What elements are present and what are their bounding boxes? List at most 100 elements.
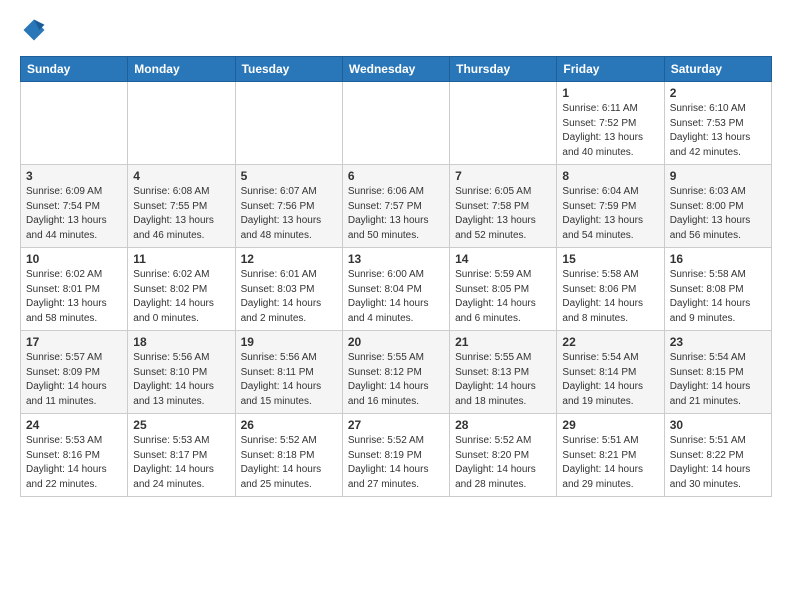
day-number: 5 [241,169,337,183]
calendar-cell: 22 Sunrise: 5:54 AM Sunset: 8:14 PM Dayli… [557,331,664,414]
calendar-cell: 20Sunrise: 5:55 AM Sunset: 8:12 PM Dayli… [342,331,449,414]
day-info: Sunrise: 5:51 AM Sunset: 8:21 PM Dayligh… [562,434,658,492]
day-number: 17 [26,335,122,349]
day-number: 4 [133,169,229,183]
calendar-header-thursday: Thursday [450,57,557,82]
day-number: 30 [670,418,766,432]
calendar-cell [342,82,449,165]
calendar-cell [450,82,557,165]
calendar-cell [235,82,342,165]
calendar-cell: 28 Sunrise: 5:52 AM Sunset: 8:20 PM Dayli… [450,414,557,497]
calendar-cell: 4 Sunrise: 6:08 AM Sunset: 7:55 PM Daylig… [128,165,235,248]
calendar-cell: 27 Sunrise: 5:52 AM Sunset: 8:19 PM Dayli… [342,414,449,497]
day-info: Sunrise: 5:52 AM Sunset: 8:19 PM Dayligh… [348,434,444,492]
calendar-cell: 6 Sunrise: 6:06 AM Sunset: 7:57 PM Daylig… [342,165,449,248]
day-number: 13 [348,252,444,266]
calendar-cell: 21 Sunrise: 5:55 AM Sunset: 8:13 PM Dayli… [450,331,557,414]
calendar-week-1: 1 Sunrise: 6:11 AM Sunset: 7:52 PM Daylig… [21,82,772,165]
day-info: Sunrise: 6:03 AM Sunset: 8:00 PM Dayligh… [670,185,766,243]
day-info: Sunrise: 5:56 AM Sunset: 8:10 PM Dayligh… [133,351,229,409]
calendar-cell: 19 Sunrise: 5:56 AM Sunset: 8:11 PM Dayli… [235,331,342,414]
day-info: Sunrise: 5:52 AM Sunset: 8:20 PM Dayligh… [455,434,551,492]
day-number: 6 [348,169,444,183]
calendar-week-2: 3 Sunrise: 6:09 AM Sunset: 7:54 PM Daylig… [21,165,772,248]
day-number: 10 [26,252,122,266]
calendar-week-5: 24 Sunrise: 5:53 AM Sunset: 8:16 PM Dayli… [21,414,772,497]
logo [20,16,52,44]
day-info: Sunrise: 5:51 AM Sunset: 8:22 PM Dayligh… [670,434,766,492]
day-number: 29 [562,418,658,432]
calendar-header-monday: Monday [128,57,235,82]
day-info: Sunrise: 5:53 AM Sunset: 8:16 PM Dayligh… [26,434,122,492]
day-info: Sunrise: 5:58 AM Sunset: 8:08 PM Dayligh… [670,268,766,326]
calendar-cell: 17 Sunrise: 5:57 AM Sunset: 8:09 PM Dayli… [21,331,128,414]
day-number: 23 [670,335,766,349]
day-number: 22 [562,335,658,349]
calendar-header-sunday: Sunday [21,57,128,82]
calendar-cell: 25 Sunrise: 5:53 AM Sunset: 8:17 PM Dayli… [128,414,235,497]
calendar-header-wednesday: Wednesday [342,57,449,82]
calendar-cell: 18 Sunrise: 5:56 AM Sunset: 8:10 PM Dayli… [128,331,235,414]
calendar-cell: 15 Sunrise: 5:58 AM Sunset: 8:06 PM Dayli… [557,248,664,331]
day-number: 16 [670,252,766,266]
day-number: 21 [455,335,551,349]
calendar-header-row: SundayMondayTuesdayWednesdayThursdayFrid… [21,57,772,82]
calendar-cell [21,82,128,165]
day-info: Sunrise: 6:00 AM Sunset: 8:04 PM Dayligh… [348,268,444,326]
day-number: 2 [670,86,766,100]
day-number: 18 [133,335,229,349]
day-number: 27 [348,418,444,432]
day-number: 1 [562,86,658,100]
calendar-cell: 12 Sunrise: 6:01 AM Sunset: 8:03 PM Dayli… [235,248,342,331]
calendar-cell: 1 Sunrise: 6:11 AM Sunset: 7:52 PM Daylig… [557,82,664,165]
calendar-cell: 24 Sunrise: 5:53 AM Sunset: 8:16 PM Dayli… [21,414,128,497]
calendar-cell: 26 Sunrise: 5:52 AM Sunset: 8:18 PM Dayli… [235,414,342,497]
day-number: 19 [241,335,337,349]
day-info: Sunrise: 6:11 AM Sunset: 7:52 PM Dayligh… [562,102,658,160]
day-info: Sunrise: 6:01 AM Sunset: 8:03 PM Dayligh… [241,268,337,326]
day-info: Sunrise: 6:05 AM Sunset: 7:58 PM Dayligh… [455,185,551,243]
calendar-cell: 8 Sunrise: 6:04 AM Sunset: 7:59 PM Daylig… [557,165,664,248]
day-number: 28 [455,418,551,432]
calendar-table: SundayMondayTuesdayWednesdayThursdayFrid… [20,56,772,497]
calendar-cell: 5 Sunrise: 6:07 AM Sunset: 7:56 PM Daylig… [235,165,342,248]
day-number: 14 [455,252,551,266]
day-info: Sunrise: 6:09 AM Sunset: 7:54 PM Dayligh… [26,185,122,243]
day-info: Sunrise: 5:55 AM Sunset: 8:13 PM Dayligh… [455,351,551,409]
day-info: Sunrise: 5:54 AM Sunset: 8:14 PM Dayligh… [562,351,658,409]
calendar-cell: 14Sunrise: 5:59 AM Sunset: 8:05 PM Dayli… [450,248,557,331]
day-number: 9 [670,169,766,183]
day-number: 3 [26,169,122,183]
calendar-header-friday: Friday [557,57,664,82]
day-number: 26 [241,418,337,432]
day-number: 11 [133,252,229,266]
day-info: Sunrise: 5:52 AM Sunset: 8:18 PM Dayligh… [241,434,337,492]
calendar-cell [128,82,235,165]
logo-icon [20,16,48,44]
day-info: Sunrise: 6:07 AM Sunset: 7:56 PM Dayligh… [241,185,337,243]
calendar-cell: 16 Sunrise: 5:58 AM Sunset: 8:08 PM Dayli… [664,248,771,331]
day-number: 7 [455,169,551,183]
day-info: Sunrise: 5:56 AM Sunset: 8:11 PM Dayligh… [241,351,337,409]
day-info: Sunrise: 5:54 AM Sunset: 8:15 PM Dayligh… [670,351,766,409]
calendar-header-tuesday: Tuesday [235,57,342,82]
calendar-cell: 13 Sunrise: 6:00 AM Sunset: 8:04 PM Dayli… [342,248,449,331]
day-info: Sunrise: 6:08 AM Sunset: 7:55 PM Dayligh… [133,185,229,243]
calendar-header-saturday: Saturday [664,57,771,82]
day-info: Sunrise: 6:04 AM Sunset: 7:59 PM Dayligh… [562,185,658,243]
calendar-cell: 29 Sunrise: 5:51 AM Sunset: 8:21 PM Dayli… [557,414,664,497]
calendar-cell: 3 Sunrise: 6:09 AM Sunset: 7:54 PM Daylig… [21,165,128,248]
calendar-cell: 10Sunrise: 6:02 AM Sunset: 8:01 PM Dayli… [21,248,128,331]
day-info: Sunrise: 6:06 AM Sunset: 7:57 PM Dayligh… [348,185,444,243]
day-number: 24 [26,418,122,432]
day-number: 15 [562,252,658,266]
day-info: Sunrise: 5:53 AM Sunset: 8:17 PM Dayligh… [133,434,229,492]
day-number: 20 [348,335,444,349]
calendar-week-4: 17 Sunrise: 5:57 AM Sunset: 8:09 PM Dayli… [21,331,772,414]
day-info: Sunrise: 5:58 AM Sunset: 8:06 PM Dayligh… [562,268,658,326]
page-header [20,16,772,44]
day-number: 12 [241,252,337,266]
day-info: Sunrise: 5:57 AM Sunset: 8:09 PM Dayligh… [26,351,122,409]
day-number: 25 [133,418,229,432]
day-number: 8 [562,169,658,183]
